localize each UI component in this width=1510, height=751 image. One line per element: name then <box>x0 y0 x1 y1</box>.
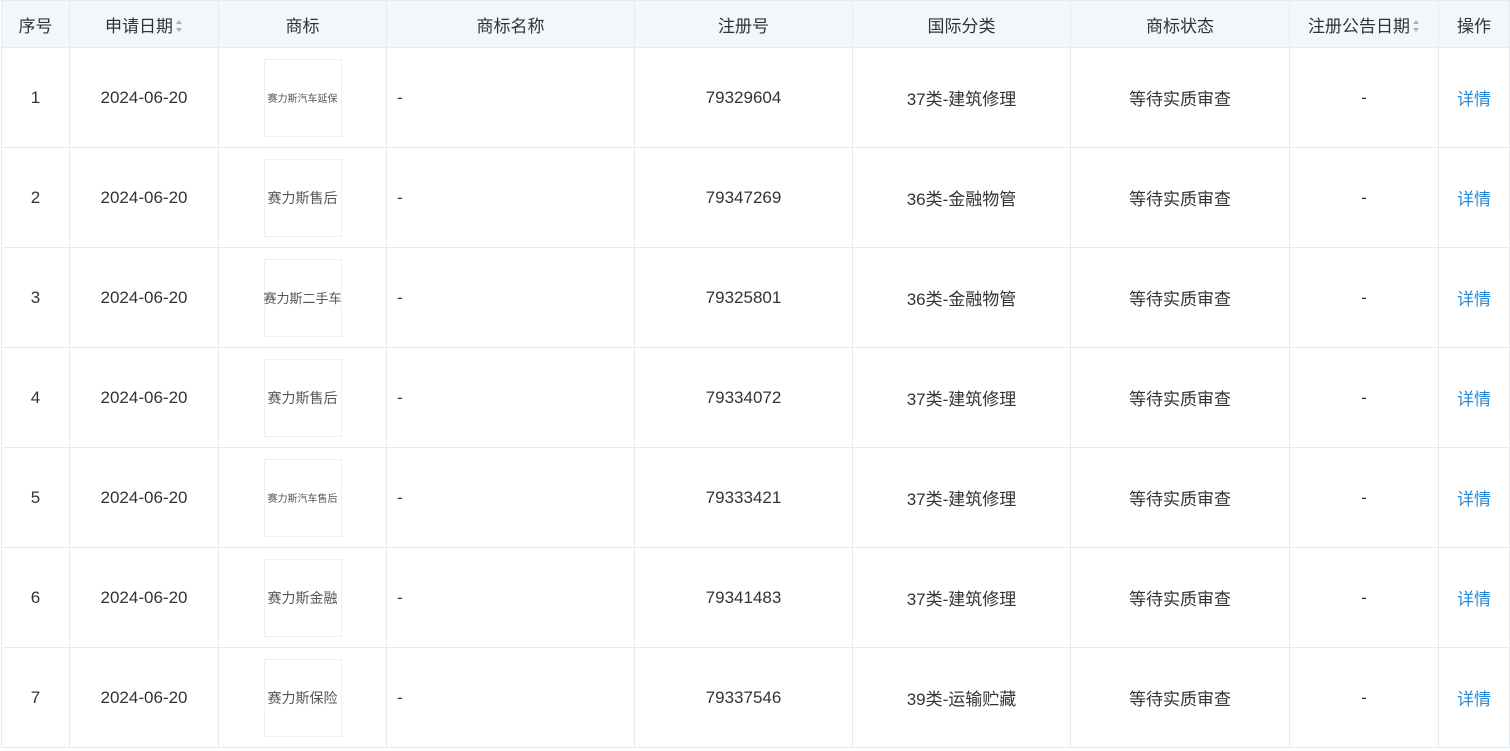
table-row: 4 2024-06-20 赛力斯售后 - 79334072 37类-建筑修理 等… <box>1 347 1510 448</box>
cell-reg-no: 79347269 <box>634 147 853 248</box>
cell-apply-date: 2024-06-20 <box>69 147 219 248</box>
cell-index: 7 <box>1 647 70 748</box>
table-row: 5 2024-06-20 赛力斯汽车售后 - 79333421 37类-建筑修理… <box>1 447 1510 548</box>
cell-reg-no: 79337546 <box>634 647 853 748</box>
table-row: 3 2024-06-20 赛力斯二手车 - 79325801 36类-金融物管 … <box>1 247 1510 348</box>
cell-status: 等待实质审查 <box>1070 147 1290 248</box>
cell-trademark-name: - <box>386 647 635 748</box>
header-intl-class: 国际分类 <box>852 0 1071 48</box>
cell-announce-date: - <box>1289 547 1439 648</box>
cell-trademark-name: - <box>386 47 635 148</box>
cell-action: 详情 <box>1438 547 1510 648</box>
cell-action: 详情 <box>1438 247 1510 348</box>
trademark-logo[interactable]: 赛力斯汽车售后 <box>263 458 342 537</box>
header-trademark: 商标 <box>218 0 387 48</box>
detail-link[interactable]: 详情 <box>1457 90 1491 109</box>
detail-link[interactable]: 详情 <box>1457 690 1491 709</box>
cell-intl-class: 37类-建筑修理 <box>852 547 1071 648</box>
table-row: 2 2024-06-20 赛力斯售后 - 79347269 36类-金融物管 等… <box>1 147 1510 248</box>
cell-announce-date: - <box>1289 447 1439 548</box>
trademark-logo[interactable]: 赛力斯汽车延保 <box>263 58 342 137</box>
cell-announce-date: - <box>1289 247 1439 348</box>
sort-icon[interactable] <box>176 20 183 33</box>
cell-status: 等待实质审查 <box>1070 447 1290 548</box>
cell-trademark-name: - <box>386 547 635 648</box>
cell-apply-date: 2024-06-20 <box>69 447 219 548</box>
sort-icon[interactable] <box>1413 20 1420 33</box>
cell-action: 详情 <box>1438 147 1510 248</box>
cell-apply-date: 2024-06-20 <box>69 647 219 748</box>
cell-reg-no: 79341483 <box>634 547 853 648</box>
cell-index: 2 <box>1 147 70 248</box>
header-status: 商标状态 <box>1070 0 1290 48</box>
cell-trademark-name: - <box>386 147 635 248</box>
header-trademark-name: 商标名称 <box>386 0 635 48</box>
cell-intl-class: 37类-建筑修理 <box>852 347 1071 448</box>
cell-trademark: 赛力斯二手车 <box>218 247 387 348</box>
header-apply-date[interactable]: 申请日期 <box>69 0 219 48</box>
cell-announce-date: - <box>1289 47 1439 148</box>
cell-index: 1 <box>1 47 70 148</box>
detail-link[interactable]: 详情 <box>1457 190 1491 209</box>
cell-apply-date: 2024-06-20 <box>69 47 219 148</box>
cell-action: 详情 <box>1438 347 1510 448</box>
cell-index: 4 <box>1 347 70 448</box>
trademark-logo[interactable]: 赛力斯保险 <box>263 658 342 737</box>
trademark-logo[interactable]: 赛力斯售后 <box>263 358 342 437</box>
cell-action: 详情 <box>1438 647 1510 748</box>
cell-trademark-name: - <box>386 247 635 348</box>
cell-trademark: 赛力斯保险 <box>218 647 387 748</box>
cell-intl-class: 39类-运输贮藏 <box>852 647 1071 748</box>
cell-status: 等待实质审查 <box>1070 47 1290 148</box>
cell-reg-no: 79333421 <box>634 447 853 548</box>
cell-action: 详情 <box>1438 47 1510 148</box>
cell-trademark: 赛力斯汽车延保 <box>218 47 387 148</box>
trademark-logo[interactable]: 赛力斯金融 <box>263 558 342 637</box>
detail-link[interactable]: 详情 <box>1457 490 1491 509</box>
table-row: 7 2024-06-20 赛力斯保险 - 79337546 39类-运输贮藏 等… <box>1 647 1510 748</box>
cell-announce-date: - <box>1289 347 1439 448</box>
cell-announce-date: - <box>1289 147 1439 248</box>
cell-index: 5 <box>1 447 70 548</box>
header-announce-date[interactable]: 注册公告日期 <box>1289 0 1439 48</box>
cell-intl-class: 36类-金融物管 <box>852 147 1071 248</box>
cell-index: 6 <box>1 547 70 648</box>
header-index: 序号 <box>1 0 70 48</box>
cell-trademark: 赛力斯汽车售后 <box>218 447 387 548</box>
cell-apply-date: 2024-06-20 <box>69 347 219 448</box>
trademark-table: 序号 申请日期 商标 商标名称 注册号 国际分类 商标状态 注册公告日期 操作 … <box>1 0 1510 748</box>
cell-index: 3 <box>1 247 70 348</box>
header-action: 操作 <box>1438 0 1510 48</box>
cell-action: 详情 <box>1438 447 1510 548</box>
cell-trademark: 赛力斯售后 <box>218 147 387 248</box>
header-reg-no: 注册号 <box>634 0 853 48</box>
cell-apply-date: 2024-06-20 <box>69 247 219 348</box>
cell-announce-date: - <box>1289 647 1439 748</box>
cell-status: 等待实质审查 <box>1070 347 1290 448</box>
detail-link[interactable]: 详情 <box>1457 590 1491 609</box>
cell-status: 等待实质审查 <box>1070 647 1290 748</box>
cell-reg-no: 79329604 <box>634 47 853 148</box>
table-header-row: 序号 申请日期 商标 商标名称 注册号 国际分类 商标状态 注册公告日期 操作 <box>1 0 1510 48</box>
cell-reg-no: 79334072 <box>634 347 853 448</box>
cell-trademark-name: - <box>386 347 635 448</box>
detail-link[interactable]: 详情 <box>1457 290 1491 309</box>
trademark-logo[interactable]: 赛力斯售后 <box>263 158 342 237</box>
cell-intl-class: 37类-建筑修理 <box>852 447 1071 548</box>
cell-trademark: 赛力斯售后 <box>218 347 387 448</box>
cell-apply-date: 2024-06-20 <box>69 547 219 648</box>
cell-status: 等待实质审查 <box>1070 547 1290 648</box>
table-row: 6 2024-06-20 赛力斯金融 - 79341483 37类-建筑修理 等… <box>1 547 1510 648</box>
trademark-logo[interactable]: 赛力斯二手车 <box>263 258 342 337</box>
cell-intl-class: 37类-建筑修理 <box>852 47 1071 148</box>
cell-trademark-name: - <box>386 447 635 548</box>
cell-trademark: 赛力斯金融 <box>218 547 387 648</box>
cell-intl-class: 36类-金融物管 <box>852 247 1071 348</box>
cell-reg-no: 79325801 <box>634 247 853 348</box>
cell-status: 等待实质审查 <box>1070 247 1290 348</box>
table-row: 1 2024-06-20 赛力斯汽车延保 - 79329604 37类-建筑修理… <box>1 47 1510 148</box>
detail-link[interactable]: 详情 <box>1457 390 1491 409</box>
